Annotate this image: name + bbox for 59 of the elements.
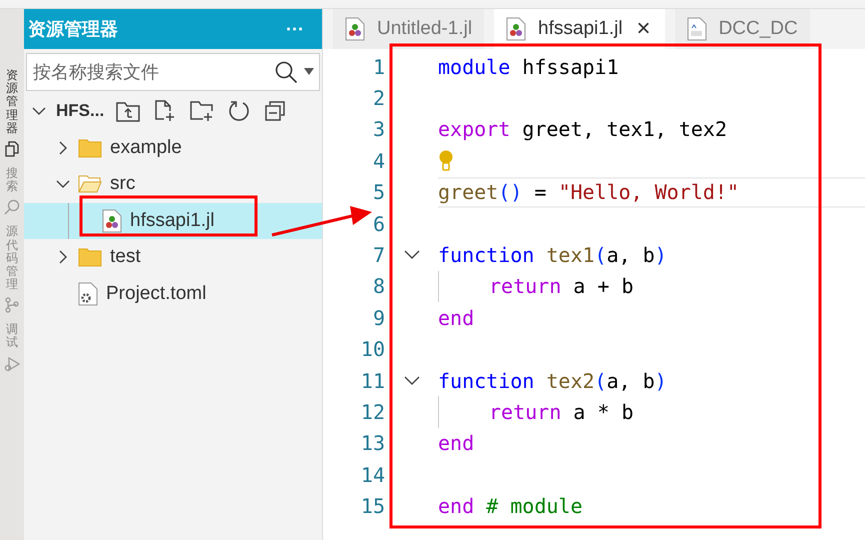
search-icon — [274, 60, 298, 84]
activity-tab[interactable]: 资源管理器 — [6, 69, 18, 135]
branch-icon — [4, 297, 20, 314]
editor-tab[interactable]: hfssapi1.jl × — [494, 9, 665, 49]
sidebar-title: 资源管理器 — [28, 18, 118, 41]
editor-tab[interactable]: DCC_DC — [674, 9, 810, 49]
code-line: function tex1(a, b) — [438, 243, 667, 268]
tree-item[interactable]: example — [24, 130, 322, 166]
line-number: 3 — [372, 117, 385, 142]
line-number: 12 — [360, 400, 385, 424]
line-number: 13 — [360, 431, 385, 456]
code-line: export greet, tex1, tex2 — [438, 117, 727, 142]
code-line: return a + b — [489, 274, 634, 298]
folder-icon — [78, 174, 102, 194]
folder-icon — [78, 138, 102, 158]
code-line: greet() = "Hello, World!" — [438, 180, 740, 204]
tree-item[interactable]: hfssapi1.jl — [24, 202, 322, 239]
code-line: return a * b — [489, 400, 634, 424]
fold-chevron-icon[interactable] — [404, 376, 420, 386]
line-number: 2 — [372, 86, 385, 110]
code-line: end — [438, 306, 474, 330]
tree-item[interactable]: test — [24, 239, 322, 276]
line-number: 5 — [372, 180, 385, 204]
line-number: 15 — [360, 494, 385, 518]
line-number: 1 — [372, 54, 385, 79]
line-number: 14 — [360, 462, 385, 487]
line-number: 11 — [360, 368, 385, 393]
line-number: 9 — [372, 306, 385, 330]
refresh-icon[interactable] — [228, 100, 250, 122]
project-name[interactable]: HFS... — [56, 101, 104, 122]
line-number: 4 — [372, 148, 385, 173]
code-line: function tex2(a, b) — [438, 368, 667, 393]
fold-chevron-icon[interactable] — [404, 250, 420, 260]
line-number: 8 — [372, 274, 385, 298]
file-icon — [686, 17, 707, 41]
config-file-icon — [78, 282, 98, 306]
close-button[interactable]: × — [634, 15, 653, 43]
tree-item[interactable]: Project.toml — [24, 276, 322, 312]
search-icon — [4, 199, 20, 216]
folder-up-icon[interactable] — [116, 100, 140, 122]
code-line: end — [438, 431, 474, 456]
caret-icon[interactable] — [304, 68, 314, 76]
julia-file-icon — [345, 17, 365, 41]
new-file-icon[interactable] — [154, 100, 176, 122]
search-field[interactable]: 按名称搜索文件 — [26, 53, 320, 91]
code-line: module hfssapi1 — [438, 54, 619, 79]
line-number: 6 — [372, 212, 385, 236]
julia-file-icon — [506, 17, 526, 41]
line-number: 10 — [360, 337, 385, 362]
editor-tab[interactable]: Untitled-1.jl — [333, 9, 484, 49]
tree-item[interactable]: src — [24, 166, 322, 202]
collapse-all-icon[interactable] — [264, 100, 286, 122]
julia-file-icon — [102, 208, 122, 233]
code-line: end # module — [438, 494, 582, 518]
folder-icon — [78, 247, 102, 268]
files-icon — [4, 140, 20, 157]
line-number: 7 — [372, 243, 385, 268]
new-folder-icon[interactable] — [190, 100, 214, 122]
debug-icon — [4, 356, 20, 372]
